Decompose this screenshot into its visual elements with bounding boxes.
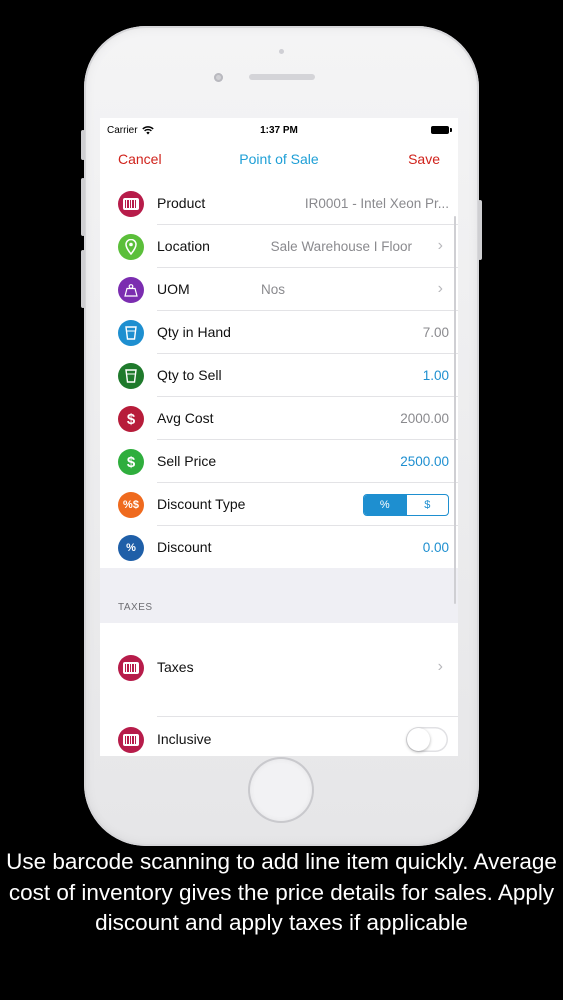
sale-details-list: Product IR0001 - Intel Xeon Pr... Locati…	[100, 182, 458, 569]
mute-switch	[81, 130, 85, 160]
avg-cost-value: 2000.00	[400, 411, 449, 426]
discount-type-dollar-option[interactable]: $	[405, 495, 449, 515]
front-camera	[214, 73, 223, 82]
sell-price-label: Sell Price	[157, 453, 217, 469]
barcode-icon	[118, 655, 144, 681]
power-button	[478, 200, 482, 260]
barcode-icon	[118, 727, 144, 753]
product-value: IR0001 - Intel Xeon Pr...	[304, 196, 449, 211]
discount-type-percent-option[interactable]: %	[364, 495, 406, 515]
avg-cost-label: Avg Cost	[157, 410, 214, 426]
save-button[interactable]: Save	[408, 151, 440, 167]
location-row[interactable]: Location Sale Warehouse I Floor ›	[100, 225, 458, 268]
cup-icon	[118, 363, 144, 389]
inclusive-label: Inclusive	[157, 731, 212, 747]
taxes-section-header: TAXES	[118, 602, 153, 613]
percent-dollar-icon: %$	[118, 492, 144, 518]
qty-to-sell-label: Qty to Sell	[157, 367, 222, 383]
app-screen: Carrier 1:37 PM Cancel Point of Sale Sav…	[100, 118, 458, 756]
avg-cost-row: $ Avg Cost 2000.00	[100, 397, 458, 440]
sell-price-input[interactable]: 2500.00	[400, 454, 449, 469]
dollar-icon: $	[118, 406, 144, 432]
uom-row[interactable]: UOM Nos ›	[100, 268, 458, 311]
taxes-row[interactable]: Taxes ›	[100, 646, 458, 689]
inclusive-row: Inclusive	[100, 718, 458, 756]
qty-in-hand-row: Qty in Hand 7.00	[100, 311, 458, 354]
volume-up-button	[81, 178, 85, 236]
location-pin-icon	[118, 234, 144, 260]
location-label: Location	[157, 238, 210, 254]
location-value: Sale Warehouse I Floor	[270, 239, 412, 254]
qty-to-sell-row[interactable]: Qty to Sell 1.00	[100, 354, 458, 397]
earpiece-speaker	[249, 74, 315, 80]
navigation-bar: Cancel Point of Sale Save	[100, 142, 458, 183]
discount-label: Discount	[157, 539, 212, 555]
product-row[interactable]: Product IR0001 - Intel Xeon Pr...	[100, 182, 458, 225]
chevron-right-icon: ›	[437, 658, 443, 675]
status-bar: Carrier 1:37 PM	[100, 118, 458, 142]
barcode-icon	[118, 191, 144, 217]
discount-input[interactable]: 0.00	[423, 540, 449, 555]
clock: 1:37 PM	[260, 125, 298, 136]
discount-type-segmented-control: % $	[363, 494, 449, 516]
taxes-label: Taxes	[157, 659, 194, 675]
qty-in-hand-label: Qty in Hand	[157, 324, 231, 340]
inclusive-toggle[interactable]	[406, 727, 448, 752]
promo-caption: Use barcode scanning to add line item qu…	[6, 849, 557, 935]
discount-row[interactable]: % Discount 0.00	[100, 526, 458, 569]
section-spacer	[100, 568, 458, 623]
row-separator	[157, 716, 458, 717]
chevron-right-icon: ›	[437, 280, 443, 297]
page-title: Point of Sale	[239, 151, 319, 167]
sensor-dot	[279, 49, 284, 54]
discount-type-row: %$ Discount Type % $	[100, 483, 458, 526]
dollar-icon: $	[118, 449, 144, 475]
discount-type-label: Discount Type	[157, 496, 246, 512]
uom-label: UOM	[157, 281, 190, 297]
product-label: Product	[157, 195, 206, 211]
volume-down-button	[81, 250, 85, 308]
chevron-right-icon: ›	[437, 237, 443, 254]
cup-icon	[118, 320, 144, 346]
qty-to-sell-input[interactable]: 1.00	[423, 368, 449, 383]
qty-in-hand-value: 7.00	[422, 325, 449, 340]
home-button[interactable]	[250, 759, 312, 821]
battery-icon	[431, 126, 452, 134]
sell-price-row[interactable]: $ Sell Price 2500.00	[100, 440, 458, 483]
toggle-knob	[407, 728, 430, 751]
percent-icon: %	[118, 535, 144, 561]
uom-value: Nos	[261, 282, 286, 297]
scrollbar[interactable]	[454, 216, 456, 604]
taxes-section: Taxes › Inclusive	[100, 623, 458, 756]
weight-icon	[118, 277, 144, 303]
